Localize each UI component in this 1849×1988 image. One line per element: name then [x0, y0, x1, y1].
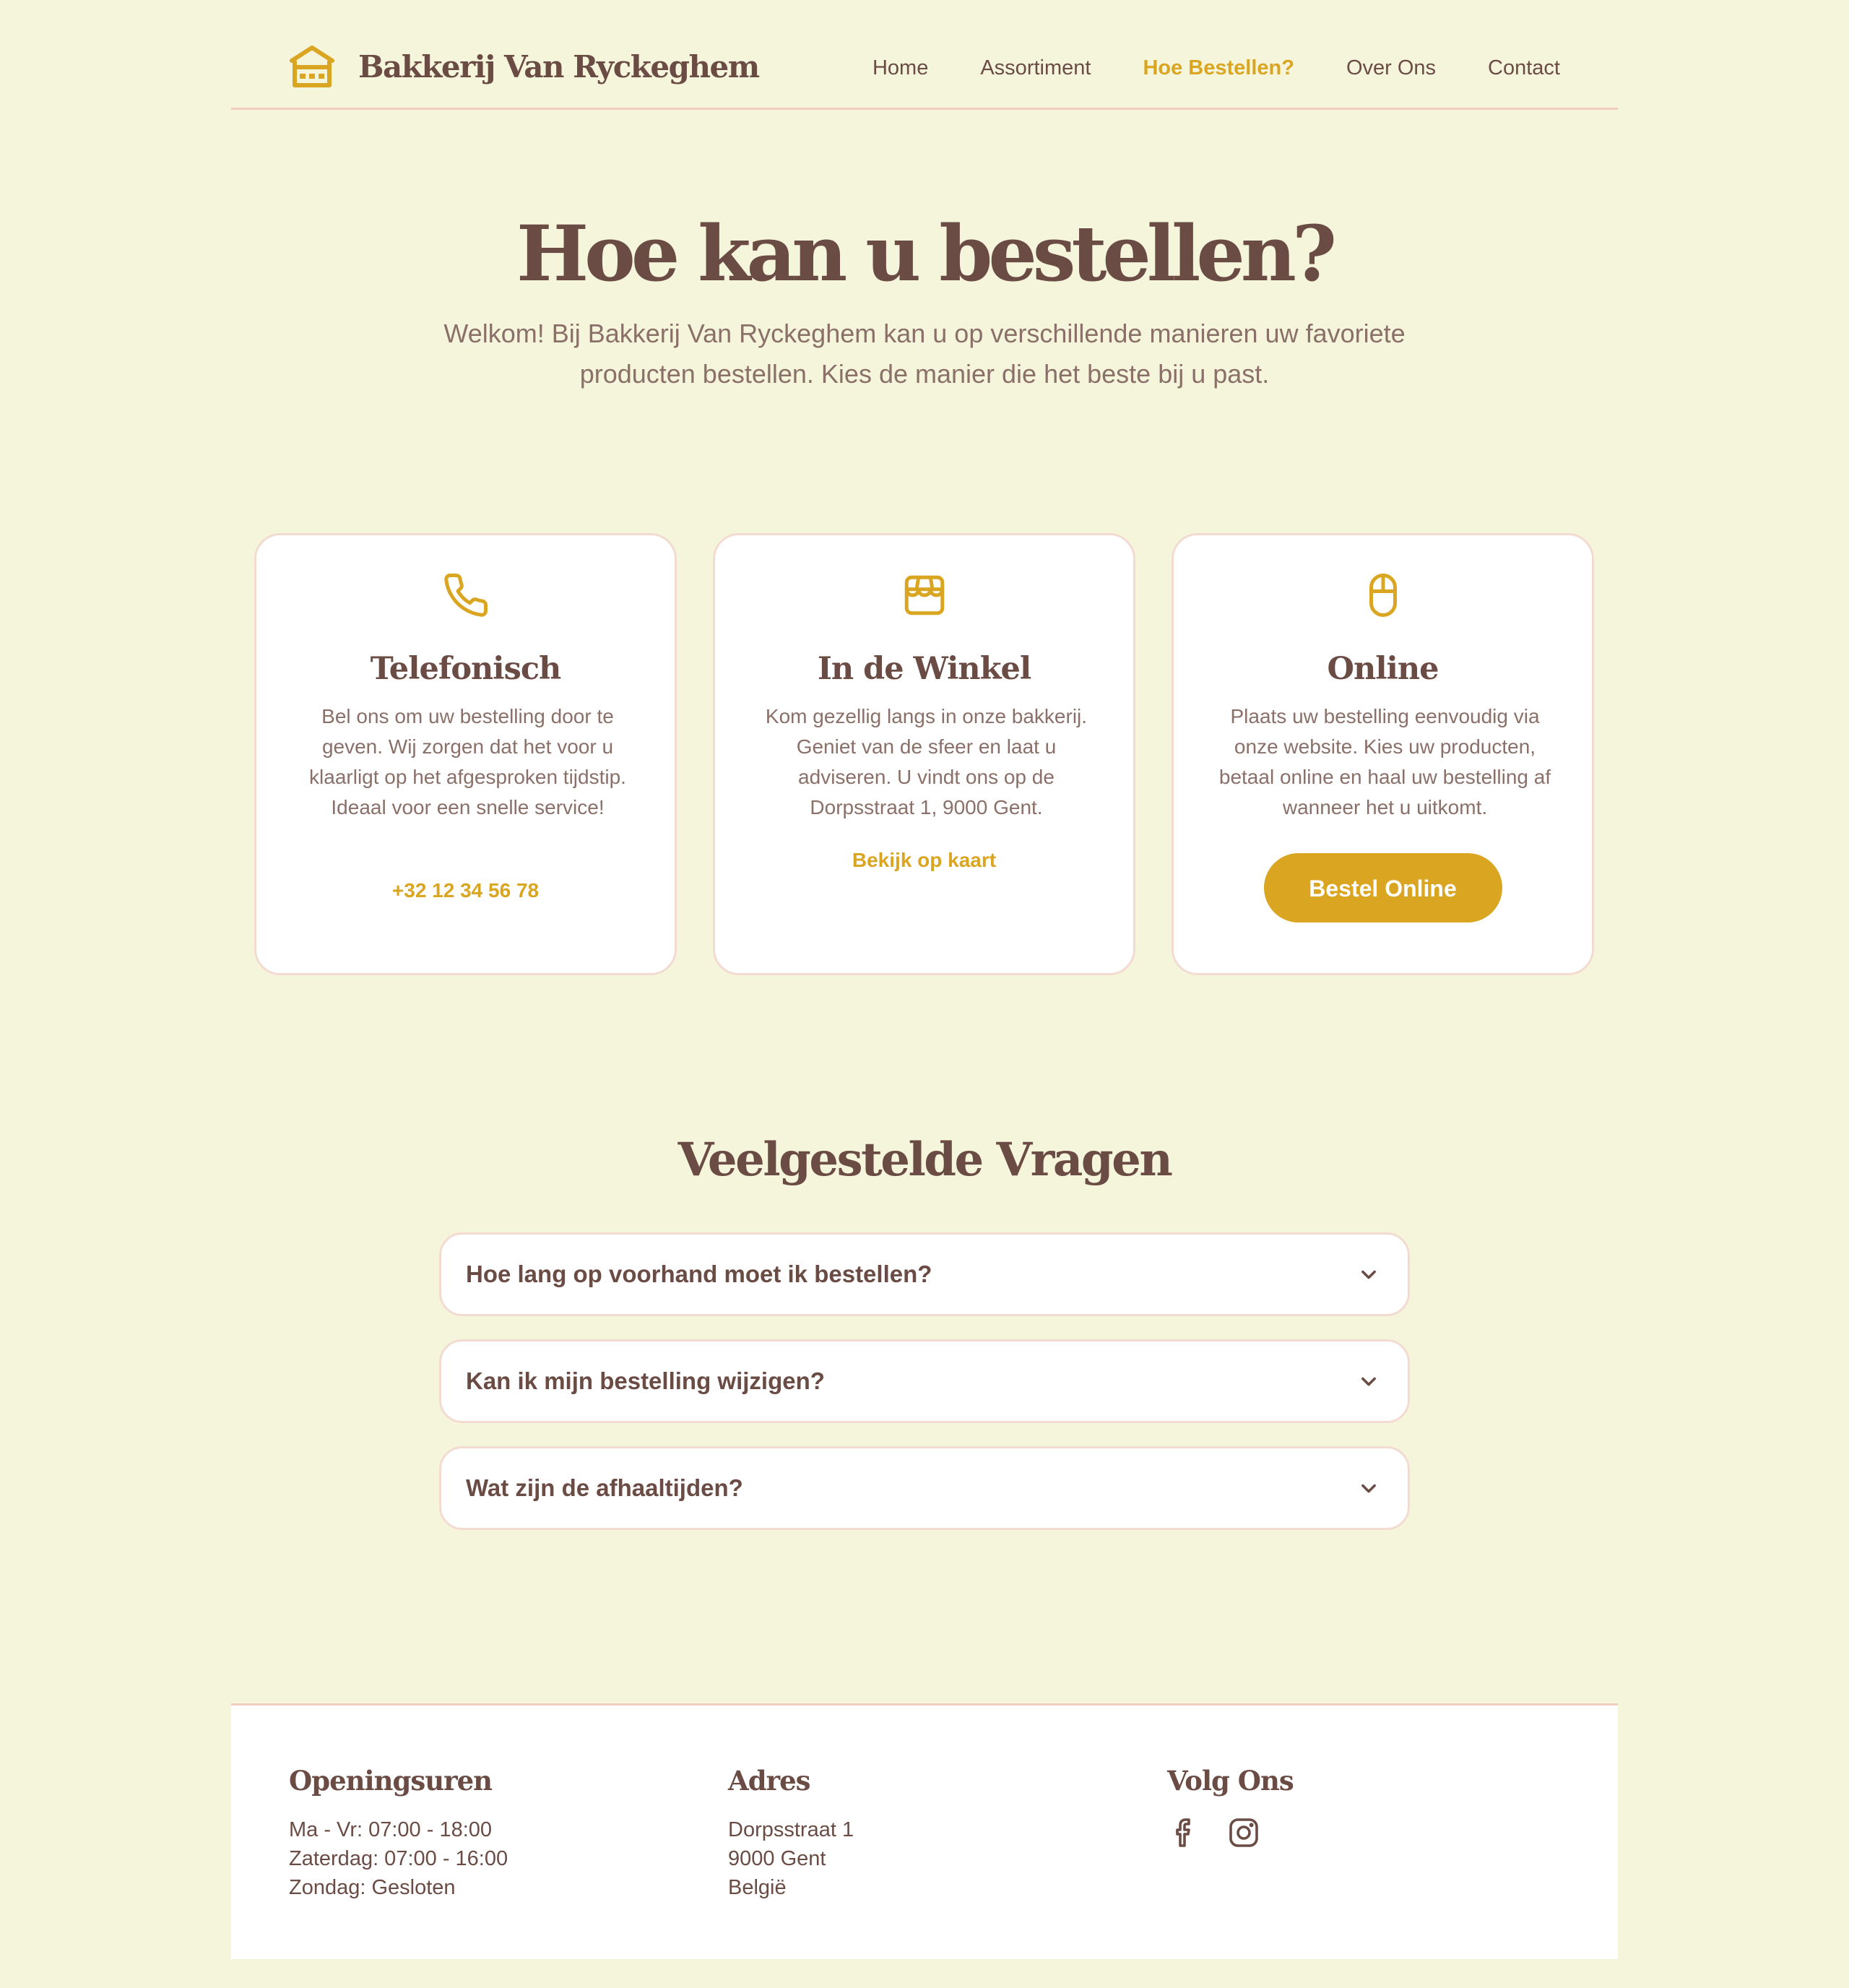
nav-item-hoe-bestellen[interactable]: Hoe Bestellen? [1143, 56, 1294, 80]
nav-item-assortiment[interactable]: Assortiment [980, 56, 1091, 80]
footer-opening-hours: Openingsuren Ma - Vr: 07:00 - 18:00 Zate… [289, 1765, 508, 1902]
card-title: Telefonisch [370, 651, 562, 687]
nav-item-over-ons[interactable]: Over Ons [1346, 56, 1436, 80]
nav-item-home[interactable]: Home [872, 56, 928, 80]
faq-title: Veelgestelde Vragen [677, 1133, 1173, 1187]
footer-heading: Volg Ons [1167, 1765, 1294, 1797]
opening-hours-line: Zondag: Gesloten [289, 1876, 456, 1899]
bakery-store-icon [290, 46, 334, 87]
chevron-down-icon [1361, 1270, 1376, 1279]
phone-number-link[interactable]: +32 12 34 56 78 [256, 879, 675, 902]
social-links [1167, 1815, 1294, 1850]
facebook-icon[interactable] [1167, 1815, 1202, 1850]
faq-question: Wat zijn de afhaaltijden? [466, 1474, 743, 1501]
address-line: Dorpsstraat 1 [728, 1818, 854, 1841]
nav-item-contact[interactable]: Contact [1488, 56, 1560, 80]
card-description: Bel ons om uw bestelling door te geven. … [309, 705, 626, 818]
page-title: Hoe kan u bestellen? [516, 208, 1337, 298]
card-description: Plaats uw bestelling eenvoudig via onze … [1218, 705, 1551, 818]
faq-question: Hoe lang op voorhand moet ik bestellen? [466, 1261, 932, 1287]
mouse-icon [1369, 574, 1397, 617]
main-nav: Home Assortiment Hoe Bestellen? Over Ons… [872, 56, 1560, 80]
faq-item[interactable]: Hoe lang op voorhand moet ik bestellen? [439, 1232, 1410, 1316]
faq-item[interactable]: Kan ik mijn bestelling wijzigen? [439, 1339, 1410, 1423]
site-header: Bakkerij Van Ryckeghem Home Assortiment … [231, 0, 1618, 110]
logo[interactable]: Bakkerij Van Ryckeghem [289, 45, 760, 88]
order-option-card-online: Online Plaats uw bestelling eenvoudig vi… [1172, 533, 1594, 975]
page-subtitle: Welkom! Bij Bakkerij Van Ryckeghem kan u… [443, 319, 1406, 389]
site-footer: Openingsuren Ma - Vr: 07:00 - 18:00 Zate… [231, 1703, 1618, 1959]
card-title: Online [1327, 651, 1439, 687]
footer-social: Volg Ons [1167, 1765, 1294, 1850]
opening-hours-line: Ma - Vr: 07:00 - 18:00 [289, 1818, 493, 1841]
order-option-card-store: In de Winkel Kom gezellig langs in onze … [713, 533, 1135, 975]
footer-address: Adres Dorpsstraat 1 9000 Gent België [728, 1765, 854, 1902]
store-icon [904, 575, 944, 615]
view-on-map-link[interactable]: Bekijk op kaart [715, 849, 1133, 872]
card-title: In de Winkel [817, 651, 1031, 687]
footer-heading: Adres [728, 1765, 810, 1797]
chevron-down-icon [1361, 1484, 1376, 1493]
instagram-icon[interactable] [1226, 1815, 1261, 1850]
card-description: Kom gezellig langs in onze bakkerij. Gen… [765, 705, 1088, 818]
footer-heading: Openingsuren [289, 1765, 493, 1797]
phone-icon [443, 574, 488, 617]
faq-question: Kan ik mijn bestelling wijzigen? [466, 1367, 825, 1394]
chevron-down-icon [1361, 1377, 1376, 1386]
address-line: België [728, 1876, 787, 1899]
address-line: 9000 Gent [728, 1847, 826, 1870]
opening-hours-line: Zaterdag: 07:00 - 16:00 [289, 1847, 508, 1870]
faq-item[interactable]: Wat zijn de afhaaltijden? [439, 1446, 1410, 1530]
order-option-card-phone: Telefonisch Bel ons om uw bestelling doo… [254, 533, 677, 975]
brand-name: Bakkerij Van Ryckeghem [358, 48, 760, 85]
order-online-button[interactable]: Bestel Online [1263, 853, 1502, 922]
